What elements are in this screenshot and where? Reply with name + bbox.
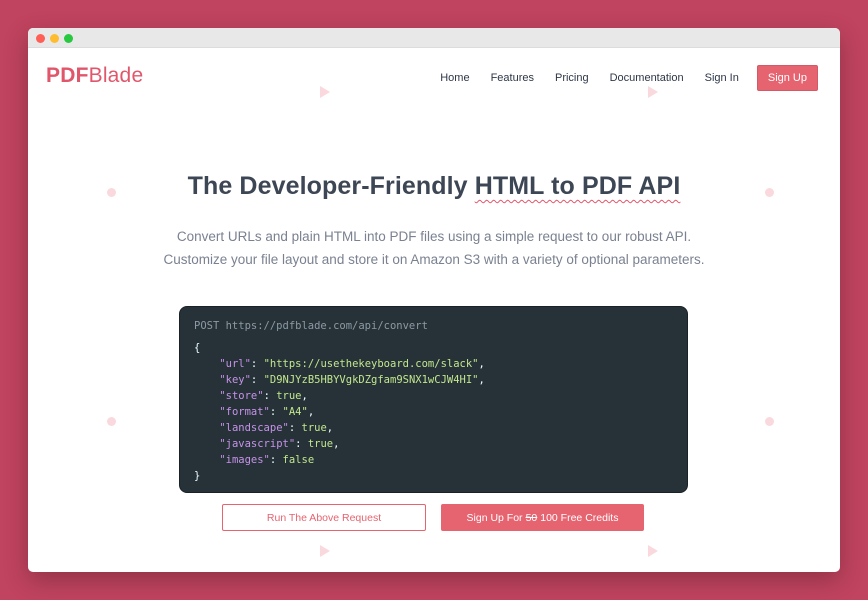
code-param-line: "store": true,	[219, 390, 308, 402]
hero-title-prefix: The Developer-Friendly	[187, 172, 475, 200]
nav-documentation-link[interactable]: Documentation	[610, 72, 684, 84]
nav-pricing-link[interactable]: Pricing	[555, 72, 589, 84]
logo[interactable]: PDFBlade	[46, 64, 143, 88]
code-param-line: "key": "D9NJYzB5HBYVgkDZgfam9SNX1wCJW4HI…	[219, 374, 485, 386]
hero-subtitle-line-1: Convert URLs and plain HTML into PDF fil…	[176, 229, 692, 244]
hero-subtitle-line-2: Customize your file layout and store it …	[163, 252, 705, 267]
browser-window: PDFBlade Home Features Pricing Documenta…	[28, 28, 840, 572]
code-param-value: "D9NJYzB5HBYVgkDZgfam9SNX1wCJW4HI"	[263, 374, 479, 386]
code-param-key: "key"	[219, 374, 251, 386]
code-param-key: "javascript"	[219, 438, 296, 450]
code-param-key: "url"	[219, 358, 251, 370]
decorative-triangle-icon	[648, 86, 658, 98]
decorative-dot-icon	[107, 417, 116, 426]
code-param-key: "images"	[219, 454, 270, 466]
code-param-value: true	[307, 438, 334, 450]
minimize-window-icon[interactable]	[50, 34, 59, 43]
close-window-icon[interactable]	[36, 34, 45, 43]
nav-sign-up-button[interactable]: Sign Up	[756, 65, 818, 91]
sign-up-credits-button[interactable]: Sign Up For 50 100 Free Credits	[441, 504, 644, 531]
signup-new-credits: 100 Free Credits	[540, 511, 619, 524]
decorative-triangle-icon	[320, 86, 330, 98]
nav-home-link[interactable]: Home	[440, 72, 469, 84]
code-param-line: "images": false	[219, 454, 315, 466]
top-navigation: PDFBlade Home Features Pricing Documenta…	[28, 48, 840, 104]
code-param-key: "landscape"	[219, 422, 289, 434]
code-param-line: "format": "A4",	[219, 406, 315, 418]
code-sample: POST https://pdfblade.com/api/convert { …	[179, 306, 688, 493]
code-param-line: "url": "https://usethekeyboard.com/slack…	[219, 358, 485, 370]
code-param-line: "landscape": true,	[219, 422, 334, 434]
nav-sign-in-link[interactable]: Sign In	[705, 72, 739, 84]
decorative-triangle-icon	[320, 545, 330, 557]
api-endpoint: POST https://pdfblade.com/api/convert	[194, 320, 428, 332]
code-param-value: true	[301, 422, 327, 434]
nav-features-link[interactable]: Features	[491, 72, 534, 84]
code-open-brace: {	[194, 342, 201, 354]
signup-prefix: Sign Up For	[466, 511, 523, 524]
code-param-value: false	[282, 454, 315, 466]
code-param-value: true	[276, 390, 302, 402]
code-param-key: "store"	[219, 390, 264, 402]
hero-title: The Developer-Friendly HTML to PDF API	[28, 172, 840, 201]
code-close-brace: }	[194, 470, 201, 482]
code-params: "url": "https://usethekeyboard.com/slack…	[194, 356, 673, 468]
nav-links: Home Features Pricing Documentation Sign…	[419, 65, 818, 91]
decorative-dot-icon	[765, 417, 774, 426]
run-request-button[interactable]: Run The Above Request	[222, 504, 426, 531]
code-param-value: "https://usethekeyboard.com/slack"	[263, 358, 479, 370]
decorative-triangle-icon	[648, 545, 658, 557]
maximize-window-icon[interactable]	[64, 34, 73, 43]
code-param-value: "A4"	[282, 406, 308, 418]
code-param-line: "javascript": true,	[219, 438, 340, 450]
logo-bold-text: PDF	[46, 64, 89, 87]
window-titlebar	[28, 28, 840, 48]
code-param-key: "format"	[219, 406, 270, 418]
hero-title-highlight: HTML to PDF API	[474, 172, 681, 200]
signup-old-credits: 50	[525, 511, 538, 524]
logo-light-text: Blade	[88, 64, 144, 87]
